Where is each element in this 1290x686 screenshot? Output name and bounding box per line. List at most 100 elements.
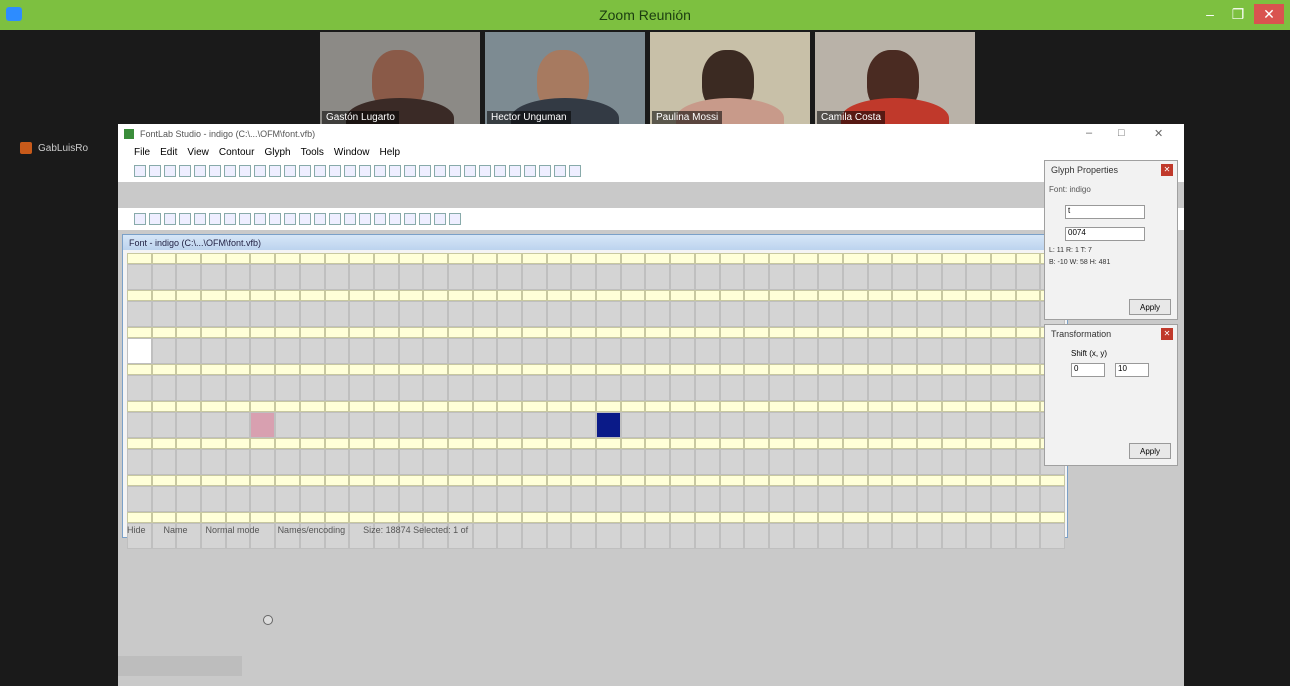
- glyph-cell[interactable]: [349, 375, 374, 401]
- glyph-cell[interactable]: [793, 486, 819, 512]
- glyph-cell[interactable]: [472, 264, 498, 290]
- toolbar-button[interactable]: [284, 165, 296, 177]
- menu-help[interactable]: Help: [380, 147, 401, 158]
- glyph-cell[interactable]: [892, 412, 917, 438]
- glyph-cell[interactable]: [867, 338, 893, 364]
- glyph-cell[interactable]: [373, 486, 399, 512]
- glyph-cell[interactable]: [966, 375, 992, 401]
- glyph-cell[interactable]: [842, 412, 868, 438]
- toolbar-button[interactable]: [389, 165, 401, 177]
- glyph-cell[interactable]: [670, 523, 695, 549]
- toolbar-button[interactable]: [344, 165, 356, 177]
- glyph-cell[interactable]: [1040, 523, 1066, 549]
- glyph-cell[interactable]: [497, 301, 522, 327]
- glyph-cell[interactable]: [201, 375, 226, 401]
- glyph-cell[interactable]: [447, 449, 473, 475]
- glyph-cell[interactable]: [768, 375, 794, 401]
- close-button[interactable]: ✕: [1254, 4, 1284, 24]
- glyph-cell[interactable]: [941, 375, 967, 401]
- glyph-cell[interactable]: [645, 523, 671, 549]
- glyph-cell[interactable]: [373, 264, 399, 290]
- glyph-cell[interactable]: [522, 523, 547, 549]
- glyph-cell[interactable]: [497, 523, 522, 549]
- glyph-cell[interactable]: [522, 449, 547, 475]
- toolbar-button[interactable]: [224, 165, 236, 177]
- glyph-cell[interactable]: [596, 301, 621, 327]
- glyph-cell[interactable]: [225, 375, 251, 401]
- toolbar-button[interactable]: [404, 165, 416, 177]
- glyph-cell[interactable]: [645, 486, 671, 512]
- glyph-cell[interactable]: [793, 375, 819, 401]
- glyph-cell[interactable]: [398, 375, 424, 401]
- toolbar-button[interactable]: [209, 213, 221, 225]
- toolbar-button[interactable]: [179, 213, 191, 225]
- toolbar-button[interactable]: [179, 165, 191, 177]
- glyph-cell[interactable]: [966, 264, 992, 290]
- glyph-cell[interactable]: [398, 301, 424, 327]
- participant-tile[interactable]: Camila Costa: [815, 32, 975, 126]
- toolbar-button[interactable]: [374, 213, 386, 225]
- glyph-cell[interactable]: [917, 375, 942, 401]
- glyph-cell[interactable]: [818, 338, 843, 364]
- glyph-cell[interactable]: [768, 523, 794, 549]
- toolbar-button[interactable]: [299, 165, 311, 177]
- maximize-button[interactable]: ❐: [1226, 4, 1250, 24]
- glyph-cell[interactable]: [645, 412, 671, 438]
- minimize-button[interactable]: –: [1198, 4, 1222, 24]
- glyph-cell[interactable]: [744, 486, 769, 512]
- glyph-cell[interactable]: [917, 301, 942, 327]
- glyph-cell[interactable]: [670, 338, 695, 364]
- menu-glyph[interactable]: Glyph: [264, 147, 290, 158]
- glyph-cell[interactable]: [423, 412, 448, 438]
- glyph-cell[interactable]: [275, 449, 300, 475]
- glyph-cell[interactable]: [966, 301, 992, 327]
- glyph-cell[interactable]: [299, 449, 325, 475]
- glyph-cell[interactable]: [892, 301, 917, 327]
- glyph-cell[interactable]: [324, 375, 350, 401]
- glyph-cell[interactable]: [917, 264, 942, 290]
- toolbar-button[interactable]: [149, 165, 161, 177]
- glyph-cell[interactable]: [818, 523, 843, 549]
- glyph-cell[interactable]: [892, 338, 917, 364]
- toolbar-button[interactable]: [419, 165, 431, 177]
- glyph-cell[interactable]: [275, 375, 300, 401]
- glyph-cell[interactable]: [867, 523, 893, 549]
- glyph-cell[interactable]: [472, 375, 498, 401]
- toolbar-button[interactable]: [164, 213, 176, 225]
- glyph-cell[interactable]: [151, 264, 177, 290]
- glyph-cell[interactable]: [250, 338, 276, 364]
- glyph-cell[interactable]: [225, 338, 251, 364]
- glyph-cell[interactable]: [398, 338, 424, 364]
- glyph-cell[interactable]: [966, 338, 992, 364]
- glyph-cell[interactable]: [127, 338, 152, 364]
- glyph-cell[interactable]: [299, 301, 325, 327]
- glyph-cell[interactable]: [299, 264, 325, 290]
- glyph-cell[interactable]: [127, 301, 152, 327]
- glyph-cell[interactable]: [1015, 264, 1041, 290]
- glyph-cell[interactable]: [991, 412, 1016, 438]
- glyph-cell[interactable]: [793, 523, 819, 549]
- toolbar-button[interactable]: [209, 165, 221, 177]
- toolbar-button[interactable]: [134, 213, 146, 225]
- glyph-cell[interactable]: [744, 301, 769, 327]
- glyph-cell[interactable]: [842, 264, 868, 290]
- glyph-cell[interactable]: [818, 375, 843, 401]
- toolbar-button[interactable]: [284, 213, 296, 225]
- glyph-cell[interactable]: [1015, 375, 1041, 401]
- glyph-cell[interactable]: [793, 264, 819, 290]
- toolbar-button[interactable]: [449, 165, 461, 177]
- toolbar-button[interactable]: [539, 165, 551, 177]
- glyph-cell[interactable]: [941, 301, 967, 327]
- participant-tile[interactable]: Hector Unguman: [485, 32, 645, 126]
- toolbar-button[interactable]: [239, 213, 251, 225]
- glyph-cell[interactable]: [250, 264, 276, 290]
- glyph-cell[interactable]: [719, 523, 745, 549]
- glyph-cell[interactable]: [522, 412, 547, 438]
- glyph-cell[interactable]: [719, 301, 745, 327]
- glyph-cell[interactable]: [225, 412, 251, 438]
- glyph-cell[interactable]: [719, 338, 745, 364]
- menu-window[interactable]: Window: [334, 147, 370, 158]
- glyph-cell[interactable]: [818, 264, 843, 290]
- glyph-cell[interactable]: [1015, 412, 1041, 438]
- glyph-cell[interactable]: [373, 449, 399, 475]
